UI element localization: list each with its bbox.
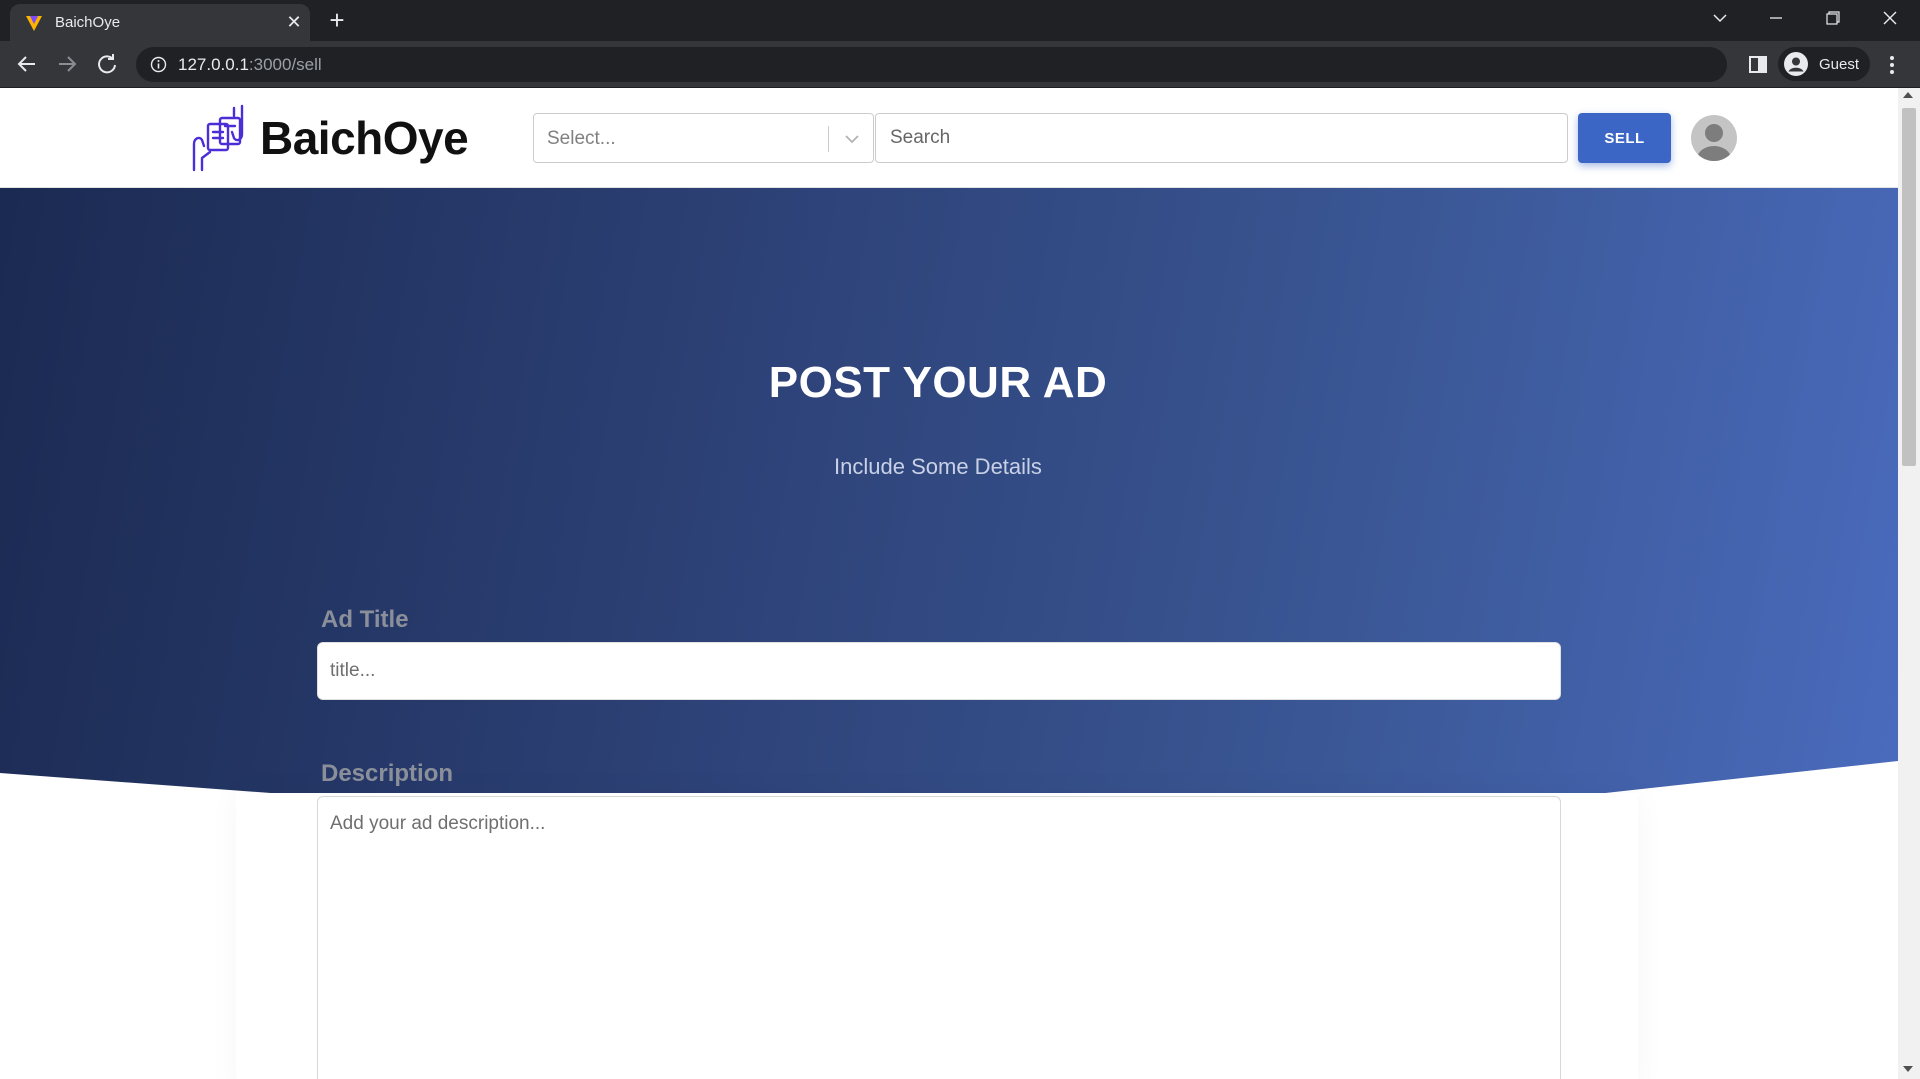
minimize-icon[interactable] (1748, 0, 1804, 36)
category-select-placeholder: Select... (547, 128, 616, 149)
browser-tab[interactable]: BaichOye ✕ (10, 4, 310, 41)
description-textarea[interactable] (317, 796, 1561, 1079)
side-panel-icon[interactable] (1744, 50, 1772, 78)
page-scrollbar[interactable] (1898, 88, 1920, 1079)
page-subtitle: Include Some Details (834, 454, 1042, 479)
chevron-down-icon[interactable] (1692, 0, 1748, 36)
scroll-thumb[interactable] (1902, 108, 1916, 466)
scroll-down-arrow-icon[interactable] (1903, 1066, 1913, 1072)
brand-logo[interactable]: BaichOye (186, 104, 469, 172)
hero-banner: POST YOUR AD Include Some Details (0, 188, 1898, 798)
profile-name: Guest (1819, 56, 1860, 73)
sell-button[interactable]: SELL (1578, 113, 1671, 163)
back-icon[interactable] (11, 48, 43, 80)
profile-icon (1784, 52, 1808, 76)
scroll-up-arrow-icon[interactable] (1903, 92, 1913, 98)
site-navbar: BaichOye Select... SELL (0, 88, 1898, 188)
search-input[interactable] (875, 113, 1568, 163)
plus-icon[interactable]: + (322, 6, 352, 36)
ad-title-input[interactable] (317, 642, 1561, 700)
ad-title-label: Ad Title (321, 606, 409, 633)
page-title: POST YOUR AD (768, 358, 1108, 407)
url-path: :3000/sell (248, 55, 322, 74)
kebab-menu-icon[interactable] (1880, 51, 1904, 79)
forward-icon[interactable] (51, 48, 83, 80)
close-window-icon[interactable] (1862, 0, 1918, 36)
close-icon[interactable]: ✕ (282, 10, 306, 34)
favicon-icon (26, 16, 42, 31)
browser-toolbar: 127.0.0.1:3000/sell Guest (0, 41, 1920, 88)
reload-icon[interactable] (91, 48, 123, 80)
url-text: 127.0.0.1:3000/sell (178, 55, 322, 75)
profile-button[interactable]: Guest (1778, 47, 1870, 81)
user-avatar-icon[interactable] (1691, 115, 1737, 161)
url-host: 127.0.0.1 (178, 55, 249, 74)
address-bar[interactable]: 127.0.0.1:3000/sell (136, 47, 1727, 82)
brand-name: BaichOye (260, 112, 469, 164)
browser-tab-strip: BaichOye ✕ + (0, 0, 1920, 41)
tab-title: BaichOye (55, 14, 121, 31)
category-select[interactable]: Select... (533, 113, 874, 163)
maximize-icon[interactable] (1805, 0, 1861, 36)
description-label: Description (321, 760, 454, 787)
page-viewport: POST YOUR AD Include Some Details Ad Tit… (0, 88, 1898, 1079)
select-divider (828, 126, 829, 152)
chevron-down-icon[interactable] (842, 129, 862, 149)
brand-logo-icon (192, 104, 244, 172)
info-icon[interactable] (150, 56, 167, 73)
